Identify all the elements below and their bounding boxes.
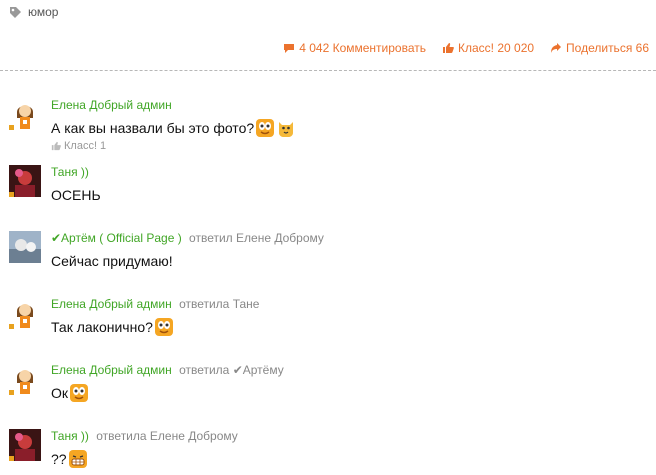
author-link[interactable]: Елена Добрый админ <box>51 297 172 311</box>
comment-klass-label: Класс! 1 <box>64 140 107 152</box>
photo-avatar-red[interactable] <box>9 429 41 461</box>
photo-avatar-blue[interactable] <box>9 231 41 263</box>
comment-body: Ок <box>51 385 69 401</box>
big-eyes-smiley-icon <box>69 383 89 403</box>
comment-body: А как вы назвали бы это фото? <box>51 120 255 136</box>
klass-button[interactable]: Класс! 20 020 <box>442 41 534 55</box>
author-link[interactable]: Таня )) <box>51 165 89 179</box>
speech-bubble-icon <box>284 44 295 53</box>
reply-info: ответил Елене Доброму <box>189 231 324 245</box>
comment-meta: Елена Добрый админ <box>51 98 172 112</box>
author-link[interactable]: Елена Добрый админ <box>51 98 172 112</box>
big-eyes-smiley-icon <box>154 317 174 337</box>
comment-klass[interactable]: Класс! 1 <box>51 140 106 152</box>
reply-prefix: ответила <box>179 363 230 377</box>
author-link[interactable]: Таня )) <box>51 429 89 443</box>
comment-meta: Таня )) ответила Елене Доброму <box>51 429 238 443</box>
comment-button[interactable]: 4 042 Комментировать <box>283 41 426 55</box>
comment-body: ?? <box>51 451 67 467</box>
comment-label: 4 042 Комментировать <box>299 41 426 55</box>
comment-meta: ✔Артём ( Official Page ) ответил Елене Д… <box>51 231 324 245</box>
share-arrow-icon <box>551 43 562 53</box>
comment-meta: Елена Добрый админ ответила Тане <box>51 297 259 311</box>
klass-label: Класс! 20 020 <box>458 41 535 55</box>
thumbs-up-icon <box>51 141 61 151</box>
reply-target-link[interactable]: Тане <box>233 297 260 311</box>
tag-label[interactable]: юмор <box>28 5 58 19</box>
comment-text: Так лаконично? <box>51 317 174 337</box>
reply-target-link[interactable]: ✔Артёму <box>233 363 284 377</box>
reply-target-link[interactable]: Елене Доброму <box>150 429 238 443</box>
author-link[interactable]: ✔Артём ( Official Page ) <box>51 231 182 245</box>
comment-text: ?? <box>51 449 88 469</box>
comment-item: Таня )) ОСЕНЬ <box>9 165 649 225</box>
comment-text: Ок <box>51 383 89 403</box>
reply-prefix: ответила <box>179 297 230 311</box>
reply-prefix: ответил <box>189 231 233 245</box>
comment-item: Таня )) ответила Елене Доброму ?? <box>9 429 649 475</box>
girl-avatar-icon[interactable] <box>9 363 41 395</box>
cat-smiley-icon <box>276 118 296 138</box>
comment-body: Сейчас придумаю! <box>51 253 173 269</box>
comment-meta: Елена Добрый админ ответила ✔Артёму <box>51 363 284 377</box>
comment-item: Елена Добрый админ А как вы назвали бы э… <box>9 98 649 158</box>
share-label: Поделиться 66 <box>566 41 649 55</box>
girl-avatar-icon[interactable] <box>9 98 41 130</box>
post-actions: 4 042 Комментировать Класс! 20 020 Подел… <box>283 41 649 55</box>
comment-body: ОСЕНЬ <box>51 187 101 203</box>
reply-prefix: ответила <box>96 429 147 443</box>
comment-item: Елена Добрый админ ответила ✔Артёму Ок <box>9 363 649 423</box>
grin-smiley-icon <box>68 449 88 469</box>
comment-text: А как вы назвали бы это фото? <box>51 118 296 138</box>
tag-row[interactable]: юмор <box>9 4 58 20</box>
comment-body: Так лаконично? <box>51 319 153 335</box>
comment-text: Сейчас придумаю! <box>51 251 173 271</box>
comment-text: ОСЕНЬ <box>51 185 101 205</box>
tag-icon <box>9 6 22 19</box>
reply-target-link[interactable]: Елене Доброму <box>236 231 324 245</box>
girl-avatar-icon[interactable] <box>9 297 41 329</box>
photo-avatar-red[interactable] <box>9 165 41 197</box>
author-link[interactable]: Елена Добрый админ <box>51 363 172 377</box>
thumbs-up-icon <box>443 43 454 53</box>
divider <box>0 70 656 71</box>
big-eyes-smiley-icon <box>255 118 275 138</box>
share-button[interactable]: Поделиться 66 <box>550 41 649 55</box>
reply-info: ответила Тане <box>179 297 259 311</box>
comment-item: Елена Добрый админ ответила Тане Так лак… <box>9 297 649 357</box>
comment-meta: Таня )) <box>51 165 89 179</box>
comment-item: ✔Артём ( Official Page ) ответил Елене Д… <box>9 231 649 291</box>
reply-info: ответила ✔Артёму <box>179 363 284 377</box>
reply-info: ответила Елене Доброму <box>96 429 238 443</box>
